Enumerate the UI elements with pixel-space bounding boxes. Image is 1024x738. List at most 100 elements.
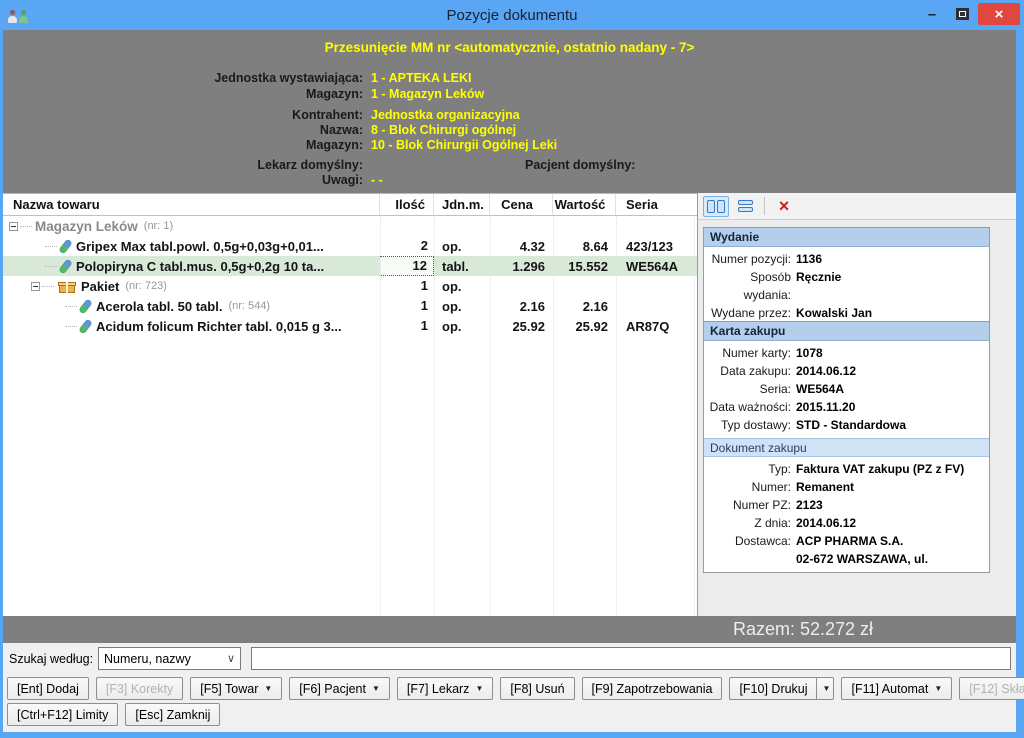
dropdown-arrow-icon: ▼ [475,684,483,693]
cell-qty-focused[interactable]: 12 [380,256,434,276]
button-usun[interactable]: [F8] Usuń [500,677,574,700]
field-value: WE564A [796,380,844,398]
column-header-wartosc: Wartość [553,194,616,215]
cell-unit: tabl. [434,259,490,274]
item-name: Acidum folicum Richter tabl. 0,015 g 3..… [96,319,342,334]
cell-seria: WE564A [616,259,694,274]
button-korekty: [F3] Korekty [96,677,183,700]
cell-qty: 1 [380,316,434,336]
cell-qty: 2 [380,236,434,256]
search-input[interactable] [251,647,1011,670]
lekarz-label: Lekarz domyślny: [3,158,363,172]
search-mode-select[interactable]: Numeru, nazwy ∨ [98,647,241,670]
button-sklad: [F12] Skład [959,677,1024,700]
field-label [704,550,796,568]
field-value: Remanent [796,478,854,496]
cell-seria: AR87Q [616,319,694,334]
field-label: Z dnia: [704,514,796,532]
total-bar: Razem: 52.272 zł [3,616,1016,643]
field-value: 2123 [796,496,823,514]
pill-icon [58,258,73,274]
dokument-zakupu-subheader: Dokument zakupu [704,438,989,457]
document-title: Przesunięcie MM nr <automatycznie, ostat… [3,40,1016,55]
table-header-row: Nazwa towaru Ilość Jdn.m. Cena Wartość S… [3,194,697,216]
table-row-pakiet[interactable]: Pakiet (nr: 723) 1 op. [3,276,697,296]
maximize-icon [956,8,969,20]
field-value: Kowalski Jan [796,304,872,322]
package-icon [59,280,75,293]
close-button[interactable]: × [978,3,1020,25]
window-pozycje-dokumentu: Pozycje dokumentu – × Przesunięcie MM nr… [0,0,1024,738]
button-dodaj[interactable]: [Ent] Dodaj [7,677,89,700]
cell-unit: op. [434,279,490,294]
field-value: 2014.06.12 [796,514,856,532]
cell-price: 1.296 [490,259,553,274]
cell-unit: op. [434,299,490,314]
nazwa-label: Nazwa: [3,123,363,137]
button-drukuj[interactable]: [F10] Drukuj▼ [729,677,834,700]
maximize-button[interactable] [948,3,976,25]
item-name: Acerola tabl. 50 tabl. [96,299,222,314]
tree-line [65,326,77,327]
field-value: 2014.06.12 [796,362,856,380]
search-label: Szukaj według: [9,652,93,666]
table-row-acidum-folicum[interactable]: Acidum folicum Richter tabl. 0,015 g 3..… [3,316,697,336]
button-limity[interactable]: [Ctrl+F12] Limity [7,703,118,726]
field-label: Typ dostawy: [704,416,796,434]
button-pacjent[interactable]: [F6] Pacjent▼ [289,677,390,700]
table-row-magazyn-lekow[interactable]: Magazyn Leków (nr: 1) [3,216,697,236]
field-label: Dostawca: [704,532,796,550]
cell-value: 8.64 [553,239,616,254]
button-zamknij[interactable]: [Esc] Zamknij [125,703,220,726]
horizontal-split-icon[interactable] [732,196,758,217]
field-label: Numer PZ: [704,496,796,514]
button-towar[interactable]: [F5] Towar▼ [190,677,282,700]
field-value: Faktura VAT zakupu (PZ z FV) [796,460,964,478]
dropdown-arrow-icon: ▼ [264,684,272,693]
close-details-icon[interactable]: × [771,196,797,217]
vertical-split-icon[interactable] [703,196,729,217]
button-lekarz[interactable]: [F7] Lekarz▼ [397,677,493,700]
karta-zakupu-title: Karta zakupu [704,322,989,341]
tree-line [45,246,57,247]
tree-line [20,226,32,227]
pill-icon [78,298,93,314]
button-zapotrzebowania[interactable]: [F9] Zapotrzebowania [582,677,723,700]
search-mode-value: Numeru, nazwy [99,652,222,666]
field-label: Typ: [704,460,796,478]
item-name: Polopiryna C tabl.mus. 0,5g+0,2g 10 ta..… [76,259,324,274]
minimize-button[interactable]: – [918,3,946,25]
dropdown-arrow-icon[interactable]: ▼ [817,684,834,693]
tree-line [45,266,57,267]
column-header-jdnm: Jdn.m. [434,194,490,215]
cell-unit: op. [434,319,490,334]
group-nr: (nr: 1) [144,220,173,232]
tree-collapse-icon[interactable] [31,282,40,291]
group-nr: (nr: 723) [125,280,167,292]
magazyn1-label: Magazyn: [3,87,363,101]
magazyn1-value: 1 - Magazyn Leków [371,87,484,101]
column-header-seria: Seria [616,194,694,215]
cell-qty: 1 [380,276,434,296]
details-panel: × Wydanie Numer pozycji:1136 Sposób wyda… [698,193,1016,616]
field-label: Wydane przez: [704,304,796,322]
titlebar: Pozycje dokumentu – × [0,0,1024,30]
jednostka-value: 1 - APTEKA LEKI [371,71,471,85]
button-automat[interactable]: [F11] Automat▼ [841,677,952,700]
dropdown-arrow-icon: ▼ [934,684,942,693]
field-label: Seria: [704,380,796,398]
table-body: Magazyn Leków (nr: 1) Gripex Max tabl.po… [3,216,697,616]
button-row-2: [Ctrl+F12] Limity [Esc] Zamknij [7,703,220,726]
tree-collapse-icon[interactable] [9,222,18,231]
magazyn2-label: Magazyn: [3,138,363,152]
cell-price: 25.92 [490,319,553,334]
field-label: Data zakupu: [704,362,796,380]
column-header-nazwa-towaru: Nazwa towaru [3,194,380,215]
table-row-acerola[interactable]: Acerola tabl. 50 tabl. (nr: 544) 1 op. 2… [3,296,697,316]
cell-seria: 423/123 [616,239,694,254]
item-name: Gripex Max tabl.powl. 0,5g+0,03g+0,01... [76,239,324,254]
table-row-polopiryna-selected[interactable]: Polopiryna C tabl.mus. 0,5g+0,2g 10 ta..… [3,256,697,276]
pill-icon [58,238,73,254]
table-row-gripex[interactable]: Gripex Max tabl.powl. 0,5g+0,03g+0,01...… [3,236,697,256]
items-table: Nazwa towaru Ilość Jdn.m. Cena Wartość S… [3,193,697,616]
